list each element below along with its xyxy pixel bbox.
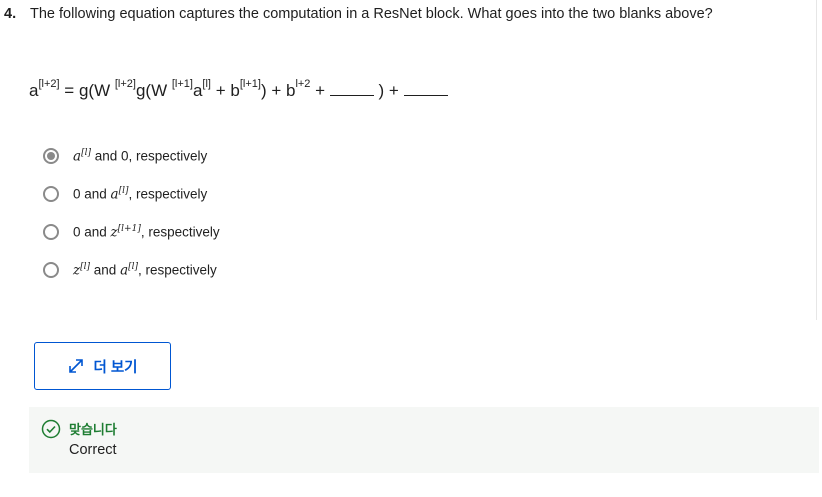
equation: a[l+2] = g(W [l+2]g(W [l+1]a[l] + b[l+1]… (29, 78, 448, 102)
math-var: z (110, 224, 118, 241)
eq-part: g(W (135, 81, 172, 100)
eq-superscript: [l+2] (114, 78, 136, 91)
eq-part: + (310, 81, 330, 100)
math-var: a (120, 262, 129, 279)
eq-superscript: l+2 (295, 78, 311, 91)
math-var: a (110, 186, 119, 203)
eq-part: = g(W (59, 81, 115, 100)
option-label: z[l] and a[l], respectively (73, 262, 217, 279)
question-text: The following equation captures the comp… (30, 6, 713, 22)
eq-part: ) + (373, 81, 404, 100)
eq-part: ) + b (260, 81, 296, 100)
option-text: and 0, respectively (90, 148, 208, 164)
option-text: , respectively (128, 186, 208, 202)
more-button[interactable]: 더 보기 (34, 342, 171, 390)
option-text: , respectively (138, 262, 217, 278)
eq-superscript: [l+2] (38, 78, 60, 91)
radio-button[interactable] (43, 186, 59, 202)
expand-icon (67, 357, 85, 375)
option-3[interactable]: 0 and z[l+1], respectively (43, 213, 220, 251)
eq-superscript: [l+1] (239, 78, 261, 91)
option-text: , respectively (140, 224, 220, 240)
option-text: 0 and (73, 186, 111, 202)
option-text: and (90, 262, 121, 278)
math-sup: [l] (118, 185, 129, 196)
option-text: 0 and (73, 224, 111, 240)
option-label: a[l] and 0, respectively (73, 148, 207, 165)
option-4[interactable]: z[l] and a[l], respectively (43, 251, 220, 289)
math-sup: [l] (80, 261, 91, 272)
check-circle-icon (41, 419, 61, 444)
more-button-label: 더 보기 (93, 359, 138, 376)
radio-button-selected[interactable] (43, 148, 59, 164)
math-var: a (73, 148, 82, 165)
option-label: 0 and a[l], respectively (73, 186, 207, 203)
eq-part: a (192, 81, 203, 100)
math-sup: [l+1] (117, 223, 141, 234)
blank-1 (329, 80, 374, 96)
option-2[interactable]: 0 and a[l], respectively (43, 175, 220, 213)
eq-part: + b (210, 81, 240, 100)
option-label: 0 and z[l+1], respectively (73, 224, 220, 241)
math-sup: [l] (128, 261, 139, 272)
result-title: 맞습니다 (69, 422, 117, 437)
option-1[interactable]: a[l] and 0, respectively (43, 137, 220, 175)
math-sup: [l] (81, 147, 91, 158)
radio-button[interactable] (43, 224, 59, 240)
answer-options: a[l] and 0, respectively 0 and a[l], res… (43, 137, 220, 289)
question: 4. The following equation captures the co… (4, 5, 713, 23)
question-number: 4. (4, 6, 17, 22)
result-panel: 맞습니다 Correct (29, 407, 819, 473)
result-text: Correct (69, 442, 117, 458)
scrollbar-edge (816, 0, 822, 320)
blank-2 (403, 80, 448, 96)
radio-button[interactable] (43, 262, 59, 278)
eq-superscript: [l] (202, 78, 211, 91)
eq-superscript: [l+1] (171, 78, 193, 91)
